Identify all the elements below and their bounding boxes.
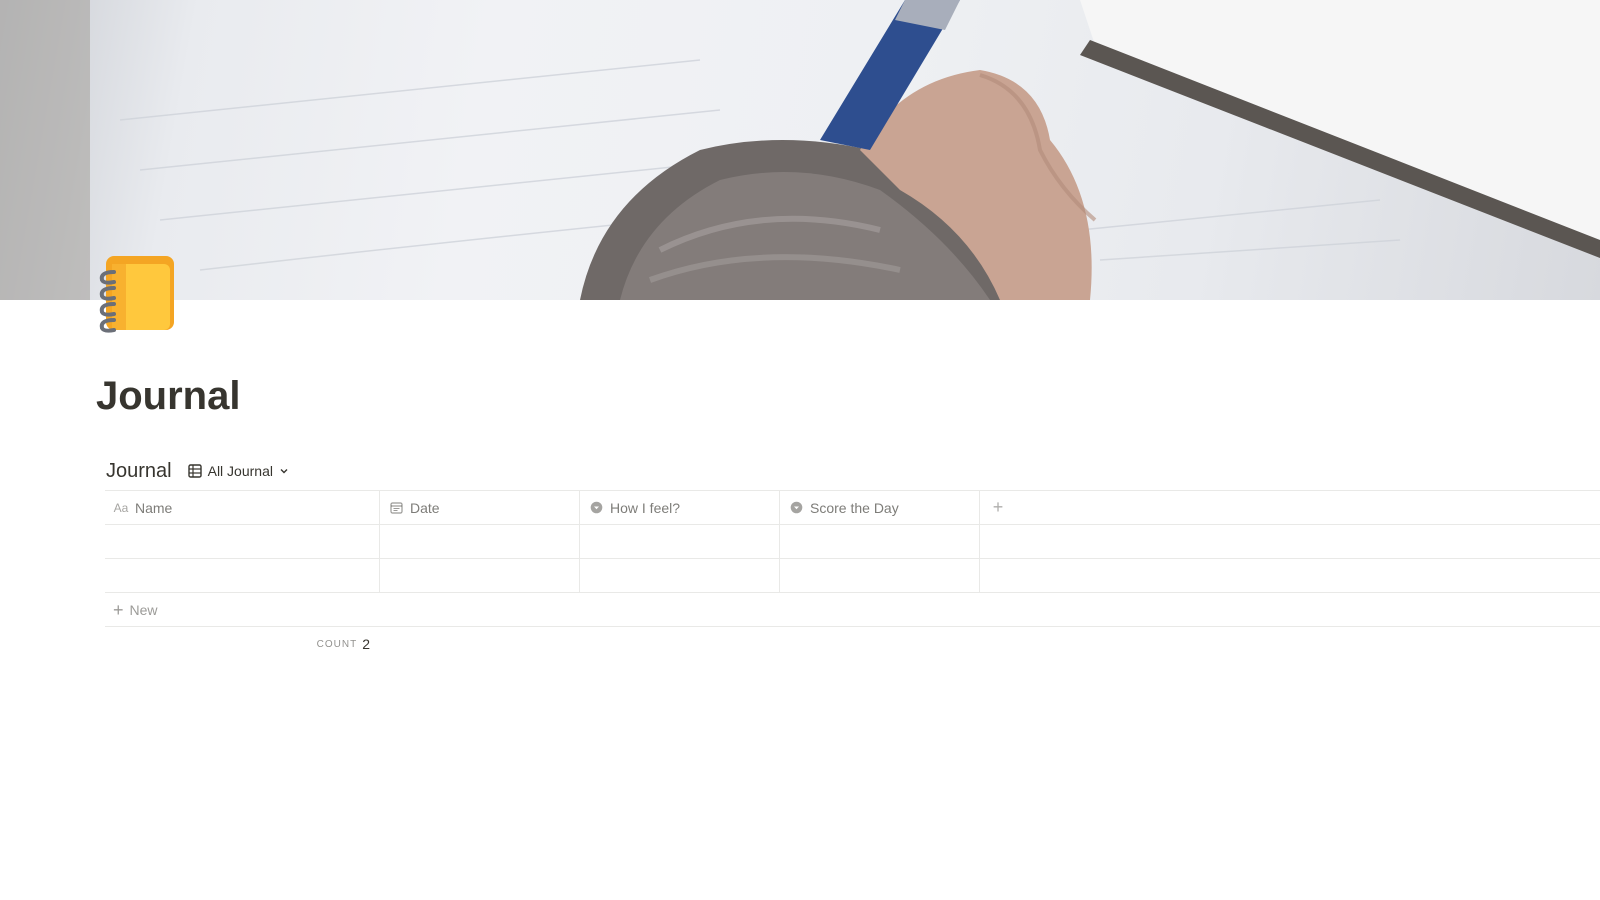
column-header-how-i-feel[interactable]: How I feel? <box>580 491 780 524</box>
table-icon <box>187 464 202 478</box>
view-tab-label: All Journal <box>207 463 273 479</box>
new-row-label: New <box>129 601 158 618</box>
table-footer: COUNT 2 <box>105 627 1600 661</box>
count-value: 2 <box>362 636 370 652</box>
column-header-score-the-day[interactable]: Score the Day <box>780 491 980 524</box>
database-table: Aa Name Date How I feel? Score the Day +… <box>105 490 1600 661</box>
page-title[interactable]: Journal <box>96 372 240 420</box>
count-label: COUNT <box>316 638 358 650</box>
add-column-button[interactable]: + <box>988 497 1008 518</box>
spiral-notebook-icon[interactable] <box>96 254 180 338</box>
select-icon <box>788 500 804 516</box>
calendar-icon <box>388 500 404 516</box>
column-header-label: Score the Day <box>810 499 899 516</box>
view-tab-all-journal[interactable]: All Journal <box>184 461 293 481</box>
cover-photo <box>0 0 1600 300</box>
table-row[interactable] <box>105 525 1600 559</box>
cell-name[interactable] <box>105 525 380 558</box>
cell-how-i-feel[interactable] <box>580 525 780 558</box>
cell-how-i-feel[interactable] <box>580 559 780 592</box>
chevron-down-icon <box>280 469 288 474</box>
cell-empty <box>980 525 1600 558</box>
add-column-cell: + <box>980 491 1600 524</box>
table-row[interactable] <box>105 559 1600 593</box>
new-row-button[interactable]: + New <box>105 593 1600 627</box>
cell-score-the-day[interactable] <box>780 559 980 592</box>
column-header-date[interactable]: Date <box>380 491 580 524</box>
select-icon <box>588 500 604 516</box>
cell-date[interactable] <box>380 525 580 558</box>
text-aa-icon: Aa <box>113 500 129 515</box>
database-title[interactable]: Journal <box>106 460 172 483</box>
cell-empty <box>980 559 1600 592</box>
table-header-row: Aa Name Date How I feel? Score the Day + <box>105 490 1600 525</box>
cell-date[interactable] <box>380 559 580 592</box>
count-calculation[interactable]: COUNT 2 <box>105 627 380 661</box>
column-header-label: Name <box>135 499 173 516</box>
column-header-name[interactable]: Aa Name <box>105 491 380 524</box>
cell-name[interactable] <box>105 559 380 592</box>
column-header-label: Date <box>410 499 440 516</box>
column-header-label: How I feel? <box>610 499 681 516</box>
cell-score-the-day[interactable] <box>780 525 980 558</box>
notebook-icon-graphic <box>99 256 174 333</box>
database-header: Journal All Journal <box>106 456 293 486</box>
cover-image[interactable] <box>0 0 1600 300</box>
plus-icon: + <box>113 599 124 620</box>
